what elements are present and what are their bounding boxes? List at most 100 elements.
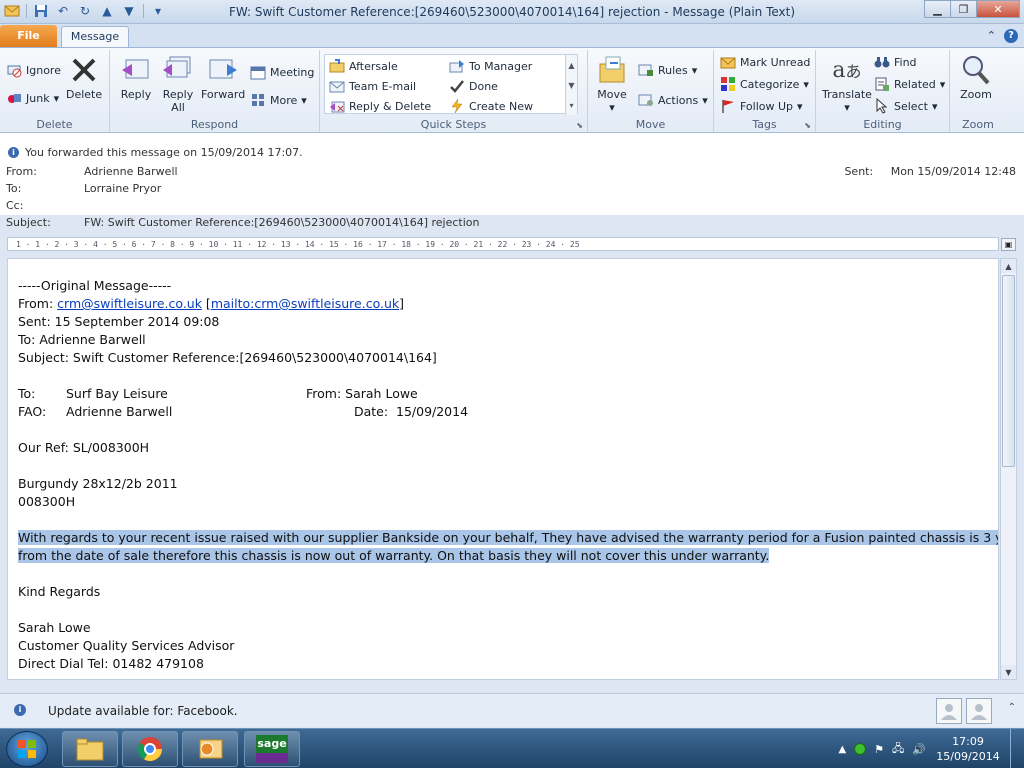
taskbar-chrome[interactable] [122,731,178,767]
flag-icon [720,98,736,114]
more-respond-button[interactable]: More ▾ [250,92,307,108]
minimize-button[interactable]: ▁ [924,0,951,18]
message-scrollbar[interactable]: ▲ ▼ [1000,258,1017,680]
to-value[interactable]: Lorraine Pryor [84,182,161,195]
scroll-up-arrow[interactable]: ▲ [1001,259,1016,273]
show-hidden-icons[interactable]: ▲ [838,744,846,755]
title-bar: ↶ ↻ ▲ ▼ ▾ FW: Swift Customer Reference:[… [0,0,1024,24]
delete-button[interactable]: Delete [66,54,102,101]
translate-icon: aあ [832,57,862,83]
scroll-down-arrow[interactable]: ▼ [1001,665,1016,679]
meeting-button[interactable]: Meeting [250,64,314,80]
reply-delete-icon [329,98,345,114]
contact-avatar[interactable] [966,698,992,724]
ruler-toggle-icon[interactable]: ▣ [1001,238,1016,251]
outlook-icon [199,739,223,759]
taskbar-explorer[interactable] [62,731,118,767]
restore-button[interactable]: ❐ [950,0,977,18]
quickstep-reply-delete[interactable]: Reply & Delete [329,98,431,114]
reply-all-button[interactable]: Reply All [162,54,194,114]
forward-button[interactable]: Forward [201,54,245,101]
quickstep-done[interactable]: Done [449,78,498,94]
message-text: -----Original Message----- From: crm@swi… [18,277,998,673]
delete-group: Ignore Junk ▾ Delete Delete [0,50,110,132]
quickstep-aftersale[interactable]: Aftersale [329,58,398,74]
scroll-up-icon[interactable]: ▲ [568,61,574,70]
from-email-link[interactable]: crm@swiftleisure.co.uk [57,296,202,311]
quickstep-create-new[interactable]: Create New [449,98,533,114]
scroll-thumb[interactable] [1002,275,1015,467]
categorize-button[interactable]: Categorize ▾ [720,76,809,92]
update-notice[interactable]: Update available for: Facebook. [48,704,238,718]
volume-icon[interactable]: 🔊 [912,743,926,756]
chevron-down-icon: ▾ [53,91,60,105]
signature-tel: Direct Dial Tel: 01482 479108 [18,656,204,671]
signature-title: Customer Quality Services Advisor [18,638,235,653]
mailto-link[interactable]: mailto:crm@swiftleisure.co.uk [211,296,399,311]
dialog-launcher-icon[interactable]: ⬊ [576,121,583,130]
chevron-down-icon: ▾ [939,77,946,91]
junk-button[interactable]: Junk ▾ [6,90,59,106]
editing-group-label: Editing [863,118,902,131]
ignore-button[interactable]: Ignore [6,62,61,78]
taskbar-sage[interactable]: sage [244,731,300,767]
taskbar: sage ▲ ⚑ 🖧 🔊 17:09 15/09/2014 [0,728,1024,768]
sage-icon: sage [256,735,288,763]
rules-icon [638,62,654,78]
dialog-launcher-icon[interactable]: ⬊ [804,121,811,130]
follow-up-button[interactable]: Follow Up ▾ [720,98,803,114]
expand-gallery-icon[interactable]: ▾ [569,101,573,110]
sent-value: Mon 15/09/2014 12:48 [890,165,1016,178]
ribbon-tabs: File Message ⌃ ? [0,24,1024,48]
window-title: FW: Swift Customer Reference:[269460\523… [228,5,796,19]
move-button[interactable]: Move ▾ [596,54,628,114]
info-notice[interactable]: i You forwarded this message on 15/09/20… [8,146,303,159]
chrome-icon [138,737,162,762]
message-header: i You forwarded this message on 15/09/20… [0,133,1024,215]
info-icon: i [14,704,26,716]
chevron-down-icon: ▾ [609,101,615,114]
network-icon[interactable]: 🖧 [892,740,904,759]
binoculars-icon [874,54,890,70]
chevron-down-icon: ▾ [931,99,938,113]
message-body[interactable]: -----Original Message----- From: crm@swi… [7,258,999,680]
zoom-button[interactable]: Zoom [960,54,992,101]
tags-group-label: Tags [752,118,777,131]
start-button[interactable] [6,731,48,767]
help-icon[interactable]: ? [1004,29,1018,43]
clock[interactable]: 17:09 15/09/2014 [934,734,1002,764]
more-grid-icon [250,92,266,108]
select-button[interactable]: Select ▾ [874,98,937,114]
quick-steps-scroll[interactable]: ▲ ▼ ▾ [565,55,577,115]
calendar-icon [250,64,266,80]
find-button[interactable]: Find [874,54,917,70]
tab-file[interactable]: File [0,25,57,47]
contact-avatar[interactable] [936,698,962,724]
translate-button[interactable]: aあ Translate ▾ [822,54,872,115]
quickstep-to-manager[interactable]: To Manager [449,58,532,74]
action-center-flag-icon[interactable]: ⚑ [874,743,884,756]
related-button[interactable]: Related ▾ [874,76,945,92]
quickstep-team-email[interactable]: Team E-mail [329,78,416,94]
checkmark-icon [449,78,465,94]
scroll-down-icon[interactable]: ▼ [568,81,574,90]
show-desktop-button[interactable] [1010,729,1020,768]
status-green-icon[interactable] [854,743,867,755]
system-tray: ▲ ⚑ 🖧 🔊 17:09 15/09/2014 [838,729,1020,768]
from-value[interactable]: Adrienne Barwell [84,165,178,178]
expand-people-pane-icon[interactable]: ⌃ [1008,702,1016,713]
ruler: 1 · 1 · 2 · 3 · 4 · 5 · 6 · 7 · 8 · 9 · … [7,237,999,251]
reply-button[interactable]: Reply [120,54,152,101]
tab-message[interactable]: Message [61,26,129,48]
ruler-marks: 1 · 1 · 2 · 3 · 4 · 5 · 6 · 7 · 8 · 9 · … [16,240,580,249]
forward-icon [207,54,239,86]
header-subject: Subject: FW: Swift Customer Reference:[2… [6,216,480,229]
taskbar-outlook[interactable] [182,731,238,767]
actions-button[interactable]: Actions ▾ [638,92,708,108]
signature-name: Sarah Lowe [18,620,91,635]
paragraph-line-2: from the date of sale therefore this cha… [18,548,770,563]
close-button[interactable]: ✕ [976,0,1020,18]
minimize-ribbon-icon[interactable]: ⌃ [987,29,996,43]
rules-button[interactable]: Rules ▾ [638,62,697,78]
mark-unread-button[interactable]: Mark Unread [720,54,810,70]
